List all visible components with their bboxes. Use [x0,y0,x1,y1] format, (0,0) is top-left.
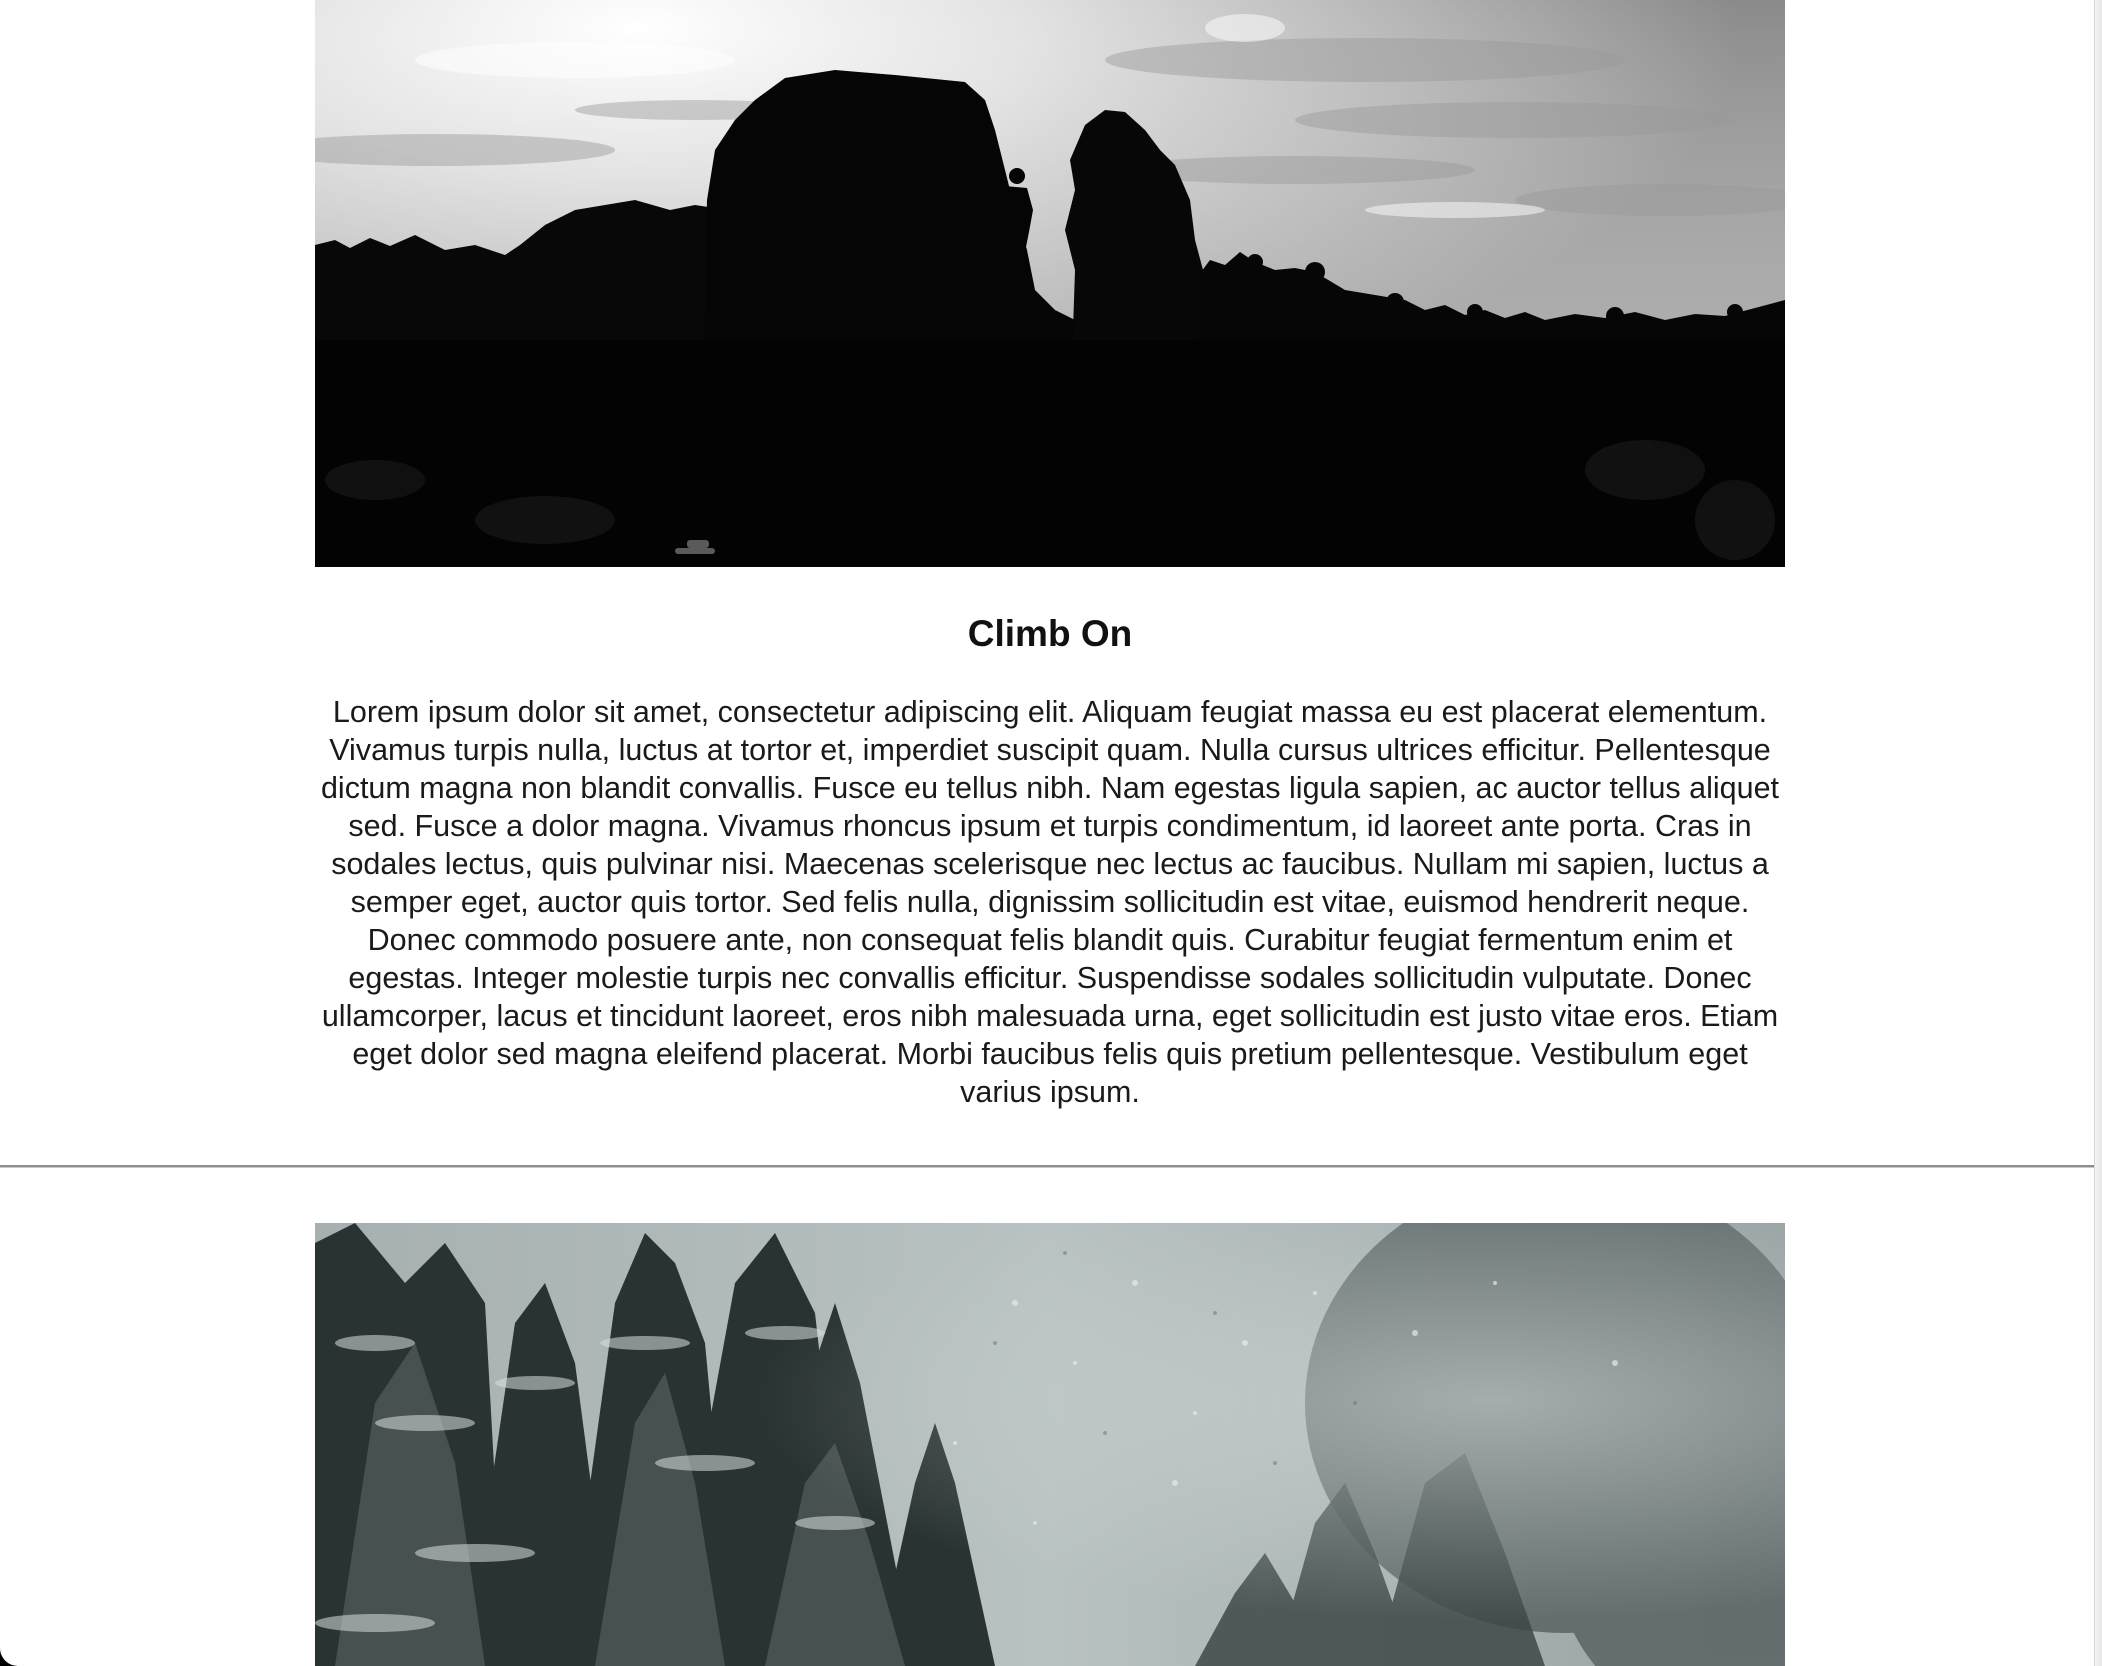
section-divider [0,1165,2096,1167]
climber-silhouette-photo [315,0,1785,567]
climber-silhouette-image [315,0,1785,567]
window-right-edge [2094,0,2102,1666]
article-body: Lorem ipsum dolor sit amet, consectetur … [320,695,1780,1109]
window-corner [0,1640,26,1666]
page: Climb On Lorem ipsum dolor sit amet, con… [0,0,2102,1666]
snowy-forest-photo [315,1223,1785,1666]
article-title: Climb On [967,613,1133,654]
snowy-forest-image [315,1223,1785,1666]
